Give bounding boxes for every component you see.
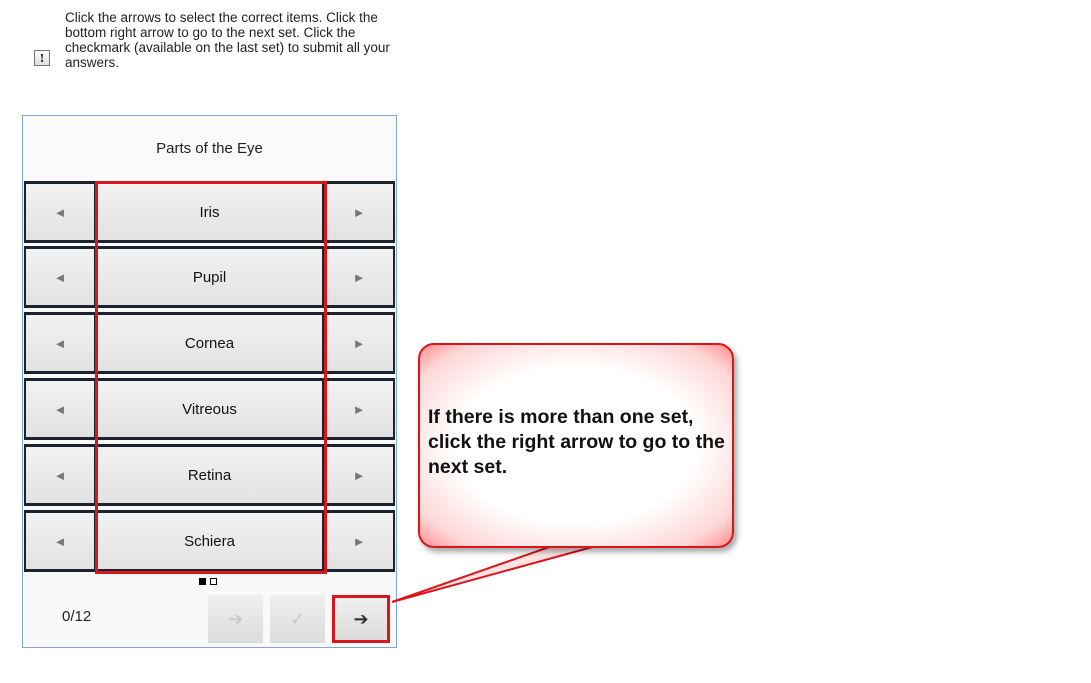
prev-option-button[interactable]: ◄ <box>26 249 94 305</box>
arrow-right-icon: ➔ <box>353 608 369 629</box>
next-option-button[interactable]: ► <box>325 184 393 240</box>
info-icon[interactable]: ! <box>34 50 50 66</box>
answer-row: ◄ Iris ► <box>24 181 395 243</box>
callout-text: If there is more than one set, click the… <box>428 406 725 478</box>
instructions-text: Click the arrows to select the correct i… <box>65 10 390 70</box>
previous-set-button[interactable]: ➔ <box>208 595 263 643</box>
left-arrow-icon: ◄ <box>53 467 67 483</box>
right-arrow-icon: ► <box>352 401 366 417</box>
answer-row: ◄ Cornea ► <box>24 312 395 374</box>
submit-button[interactable]: ✓ <box>270 595 325 643</box>
answer-value: Schiera <box>97 513 322 569</box>
checkmark-icon: ✓ <box>289 608 306 629</box>
answer-value: Vitreous <box>97 381 322 437</box>
left-arrow-icon: ◄ <box>53 401 67 417</box>
next-set-button[interactable]: ➔ <box>332 595 390 643</box>
prev-option-button[interactable]: ◄ <box>26 184 94 240</box>
next-option-button[interactable]: ► <box>325 315 393 371</box>
next-option-button[interactable]: ► <box>325 513 393 569</box>
answer-value: Retina <box>97 447 322 503</box>
answer-row: ◄ Pupil ► <box>24 246 395 308</box>
left-arrow-icon: ◄ <box>53 335 67 351</box>
page-dot-active[interactable] <box>199 578 206 585</box>
answer-row: ◄ Schiera ► <box>24 510 395 572</box>
left-arrow-icon: ◄ <box>53 269 67 285</box>
prev-option-button[interactable]: ◄ <box>26 447 94 503</box>
next-option-button[interactable]: ► <box>325 249 393 305</box>
arrow-left-icon: ➔ <box>227 608 244 629</box>
left-arrow-icon: ◄ <box>53 204 67 220</box>
prev-option-button[interactable]: ◄ <box>26 513 94 569</box>
answer-row: ◄ Vitreous ► <box>24 378 395 440</box>
score-counter: 0/12 <box>62 608 92 625</box>
prev-option-button[interactable]: ◄ <box>26 381 94 437</box>
left-arrow-icon: ◄ <box>53 533 67 549</box>
answer-row: ◄ Retina ► <box>24 444 395 506</box>
right-arrow-icon: ► <box>352 335 366 351</box>
next-option-button[interactable]: ► <box>325 381 393 437</box>
widget-title: Parts of the Eye <box>23 116 396 180</box>
right-arrow-icon: ► <box>352 533 366 549</box>
right-arrow-icon: ► <box>352 204 366 220</box>
page-dot[interactable] <box>210 578 217 585</box>
answer-value: Pupil <box>97 249 322 305</box>
prev-option-button[interactable]: ◄ <box>26 315 94 371</box>
right-arrow-icon: ► <box>352 269 366 285</box>
set-pagination <box>199 578 217 585</box>
answer-value: Cornea <box>97 315 322 371</box>
next-option-button[interactable]: ► <box>325 447 393 503</box>
right-arrow-icon: ► <box>352 467 366 483</box>
answer-value: Iris <box>97 184 322 240</box>
